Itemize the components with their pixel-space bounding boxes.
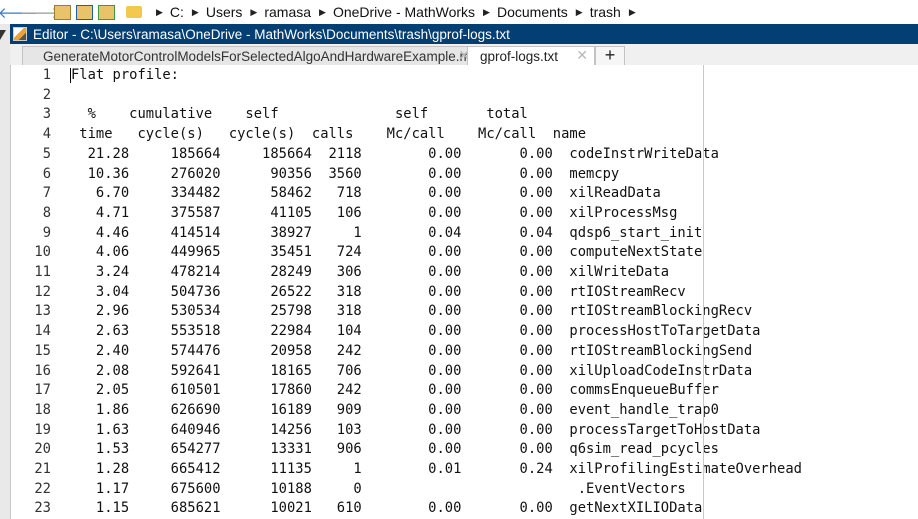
code-line[interactable]: 1.53 654277 13331 906 0.00 0.00 q6sim_re… (71, 440, 719, 460)
mouse-cursor-icon (0, 30, 6, 40)
code-line[interactable]: 1.63 640946 14256 103 0.00 0.00 processT… (71, 421, 761, 441)
line-number: 4 (42, 126, 51, 143)
line-number: 23 (34, 500, 51, 517)
code-line[interactable]: 3.04 504736 26522 318 0.00 0.00 rtIOStre… (71, 283, 686, 303)
side-panel-edge[interactable] (0, 24, 11, 519)
chevron-right-icon: ▶ (156, 6, 163, 17)
tab-label: gprof-logs.txt (480, 49, 559, 64)
breadcrumb-ramasa[interactable]: ramasa (264, 4, 311, 20)
find-folder-icon[interactable] (96, 3, 116, 21)
forward-arrow-icon[interactable]: 🡒 (20, 3, 60, 22)
new-tab-button[interactable]: + (595, 46, 625, 65)
line-number: 13 (34, 303, 51, 320)
code-line[interactable]: 2.96 530534 25798 318 0.00 0.00 rtIOStre… (71, 302, 752, 322)
code-line[interactable]: 1.28 665412 11135 1 0.01 0.24 xilProfili… (71, 460, 802, 480)
breadcrumb-trash[interactable]: trash (590, 4, 621, 20)
line-number: 14 (34, 323, 51, 340)
line-number: 16 (34, 362, 51, 379)
line-number: 19 (34, 421, 51, 438)
line-number: 11 (34, 264, 51, 280)
breadcrumb-users[interactable]: Users (206, 4, 243, 20)
folder-icon (126, 6, 142, 18)
close-icon[interactable]: ✕ (576, 47, 588, 64)
text-editor[interactable]: 1 2 3 4 5 6 7 8 9 10 11 12 13 14 15 16 17 18 19 20 21 22 23 Fl… (11, 65, 918, 519)
code-line[interactable]: 4.46 414514 38927 1 0.04 0.04 qdsp6_star… (71, 224, 702, 244)
line-number: 21 (34, 461, 51, 477)
editor-title-bar: Editor - C:\Users\ramasa\OneDrive - Math… (10, 24, 918, 44)
line-number: 22 (34, 480, 51, 497)
code-line[interactable]: 4.71 375587 41105 106 0.00 0.00 xilProce… (71, 204, 677, 224)
line-number: 5 (42, 145, 51, 162)
chevron-right-icon[interactable]: ▶ (319, 7, 326, 18)
line-number-gutter: 1 2 3 4 5 6 7 8 9 10 11 12 13 14 15 16 17 18 19 20 21 22 23 (11, 65, 51, 519)
line-number: 8 (42, 204, 51, 221)
chevron-right-icon[interactable]: ▶ (192, 7, 199, 18)
code-line[interactable]: 1.86 626690 16189 909 0.00 0.00 event_ha… (71, 401, 719, 421)
line-number: 18 (34, 401, 51, 418)
code-line[interactable]: time cycle(s) cycle(s) calls Mc/call Mc/… (71, 125, 586, 145)
code-line[interactable]: 10.36 276020 90356 3560 0.00 0.00 memcpy (71, 165, 620, 185)
line-number: 1 (42, 67, 51, 83)
line-number: 10 (34, 244, 51, 261)
code-line[interactable]: Flat profile: (71, 66, 179, 86)
line-number: 17 (34, 382, 51, 399)
code-line[interactable]: 21.28 185664 185664 2118 0.00 0.00 codeI… (71, 145, 719, 165)
code-line[interactable]: 1.17 675600 10188 0 .EventVectors (71, 480, 686, 500)
breadcrumb-onedrive[interactable]: OneDrive - MathWorks (333, 4, 475, 20)
chevron-right-icon[interactable]: ▶ (483, 7, 490, 18)
code-line[interactable]: 1.15 685621 10021 610 0.00 0.00 getNextX… (71, 499, 702, 519)
code-line[interactable]: 2.08 592641 18165 706 0.00 0.00 xilUploa… (71, 362, 752, 382)
line-number: 7 (42, 185, 51, 202)
code-line[interactable]: 3.24 478214 28249 306 0.00 0.00 xilWrite… (71, 263, 669, 283)
chevron-right-icon[interactable]: ▶ (629, 7, 636, 18)
editor-tab-strip: GenerateMotorControlModelsForSelectedAlg… (10, 44, 918, 66)
code-line[interactable]: % cumulative self self total (71, 105, 528, 125)
code-line[interactable]: 2.40 574476 20958 242 0.00 0.00 rtIOStre… (71, 342, 752, 362)
code-line[interactable]: 6.70 334482 58462 718 0.00 0.00 xilReadD… (71, 184, 661, 204)
chevron-right-icon[interactable]: ▶ (250, 7, 257, 18)
line-number: 2 (42, 86, 51, 103)
line-number: 15 (34, 342, 51, 359)
right-margin-line (703, 65, 704, 519)
up-folder-icon[interactable] (52, 3, 72, 21)
chevron-right-icon[interactable]: ▶ (576, 7, 583, 18)
breadcrumb-documents[interactable]: Documents (497, 4, 568, 20)
tab-mlx-file[interactable]: GenerateMotorControlModelsForSelectedAlg… (22, 46, 481, 65)
browse-folder-icon[interactable] (74, 3, 94, 21)
breadcrumb-c[interactable]: C: (170, 4, 184, 20)
line-number: 20 (34, 441, 51, 458)
address-bar[interactable]: 🡐 🡒 ▶ C: ▶ Users ▶ ramasa ▶ OneDrive - M… (0, 0, 918, 25)
code-line[interactable]: 4.06 449965 35451 724 0.00 0.00 computeN… (71, 243, 702, 263)
line-number: 6 (42, 165, 51, 182)
line-number: 12 (34, 283, 51, 300)
tab-label: GenerateMotorControlModelsForSelectedAlg… (43, 48, 481, 64)
code-line[interactable]: 2.05 610501 17860 242 0.00 0.00 commsEnq… (71, 381, 719, 401)
code-line[interactable]: 2.63 553518 22984 104 0.00 0.00 processH… (71, 322, 761, 342)
line-number: 9 (42, 224, 51, 241)
editor-title: Editor - C:\Users\ramasa\OneDrive - Math… (33, 26, 510, 42)
line-number: 3 (42, 106, 51, 123)
editor-pencil-icon (13, 27, 27, 41)
text-caret (70, 68, 71, 83)
tab-gprof-logs[interactable]: gprof-logs.txt ✕ (467, 46, 595, 66)
